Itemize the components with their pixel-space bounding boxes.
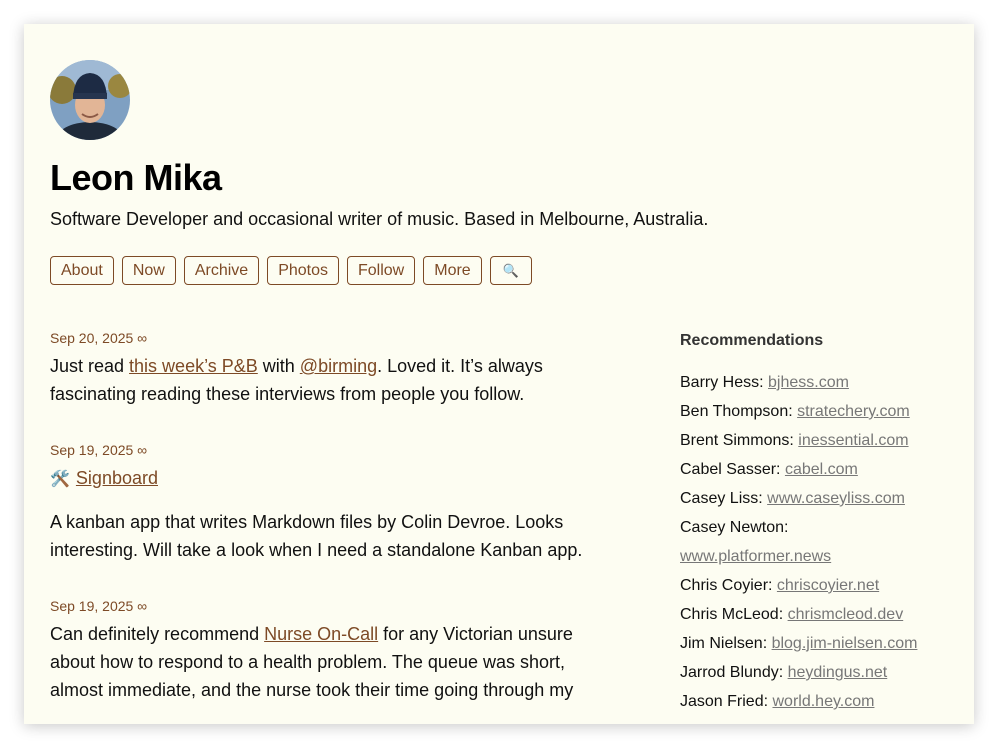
recommendation-link[interactable]: heydingus.net [788,664,888,681]
post: Sep 19, 2025 ∞ Can definitely recommend … [50,598,610,704]
recommendation-name: Jim Nielsen: [680,635,772,652]
recommendation-name: Chris McLeod: [680,606,788,623]
recommendation-name: Brent Simmons: [680,432,799,449]
search-button[interactable]: 🔍 [489,256,532,285]
recommendation-item: Barry Hess: bjhess.com [680,368,950,397]
recommendation-link[interactable]: chriscoyier.net [777,577,879,594]
recommendation-item: Chris McLeod: chrismcleod.dev [680,600,950,629]
recommendation-link[interactable]: www.platformer.news [680,548,831,565]
recommendation-link[interactable]: blog.jim-nielsen.com [772,635,918,652]
post-date-link[interactable]: Sep 19, 2025 ∞ [50,442,610,458]
recommendation-link[interactable]: chrismcleod.dev [788,606,904,623]
nav-follow-button[interactable]: Follow [347,256,416,285]
avatar-photo [50,60,130,140]
nav-now-button[interactable]: Now [121,256,176,285]
recommendation-item: Ben Thompson: stratechery.com [680,397,950,426]
post-body: Can definitely recommend Nurse On-Call f… [50,620,610,704]
search-icon: 🔍 [502,263,519,278]
pb-interview-link[interactable]: this week’s P&B [129,356,258,376]
birming-mention-link[interactable]: @birming [300,356,377,376]
recommendation-name: Cabel Sasser: [680,461,785,478]
post-title: 🛠️ Signboard [50,464,610,494]
post-text: with [257,356,300,376]
recommendation-link[interactable]: bjhess.com [768,374,849,391]
post-body: Just read this week’s P&B with @birming.… [50,352,610,408]
post-date-link[interactable]: Sep 20, 2025 ∞ [50,330,610,346]
recommendation-name: Jason Fried: [680,693,773,710]
recommendations-sidebar: Recommendations Barry Hess: bjhess.com B… [680,332,950,716]
recommendation-name: Casey Liss: [680,490,768,507]
recommendation-name: Jarrod Blundy: [680,664,788,681]
recommendation-name: Chris Coyier: [680,577,777,594]
post-body: A kanban app that writes Markdown files … [50,512,583,560]
post-list: Sep 20, 2025 ∞ Just read this week’s P&B… [50,330,610,724]
nav-about-button[interactable]: About [50,256,114,285]
recommendation-link[interactable]: inessential.com [798,432,908,449]
avatar[interactable] [50,60,130,140]
nav-photos-button[interactable]: Photos [267,256,339,285]
recommendation-name: Barry Hess: [680,374,769,391]
recommendation-link[interactable]: www.caseyliss.com [767,490,905,507]
post-text: Just read [50,356,130,376]
recommendation-name: Casey Newton: [680,519,789,536]
recommendation-item: Jarrod Blundy: heydingus.net [680,658,950,687]
recommendation-name: Ben Thompson: [680,403,798,420]
recommendation-item: Cabel Sasser: cabel.com [680,455,950,484]
recommendation-item: Casey Newton: www.platformer.news [680,513,950,571]
nurse-on-call-link[interactable]: Nurse On-Call [264,624,378,644]
nav-bar: About Now Archive Photos Follow More 🔍 [50,256,532,285]
recommendations-heading: Recommendations [680,332,824,349]
recommendation-item: Jason Fried: world.hey.com [680,687,950,716]
recommendation-item: Chris Coyier: chriscoyier.net [680,571,950,600]
site-title[interactable]: Leon Mika [50,157,222,199]
tools-icon: 🛠️ [50,471,70,488]
recommendation-item: Jim Nielsen: blog.jim-nielsen.com [680,629,950,658]
recommendation-link[interactable]: stratechery.com [797,403,910,420]
nav-archive-button[interactable]: Archive [183,256,260,285]
recommendation-item: Brent Simmons: inessential.com [680,426,950,455]
recommendation-item: Casey Liss: www.caseyliss.com [680,484,950,513]
post: Sep 19, 2025 ∞ 🛠️ Signboard A kanban app … [50,442,610,564]
post: Sep 20, 2025 ∞ Just read this week’s P&B… [50,330,610,408]
page: Leon Mika Software Developer and occasio… [24,24,974,724]
recommendation-link[interactable]: cabel.com [785,461,858,478]
post-text: Can definitely recommend [50,624,265,644]
post-date-link[interactable]: Sep 19, 2025 ∞ [50,598,610,614]
site-tagline: Software Developer and occasional writer… [50,209,709,229]
nav-more-button[interactable]: More [423,256,482,285]
recommendation-link[interactable]: world.hey.com [772,693,874,710]
signboard-link[interactable]: Signboard [76,468,158,488]
